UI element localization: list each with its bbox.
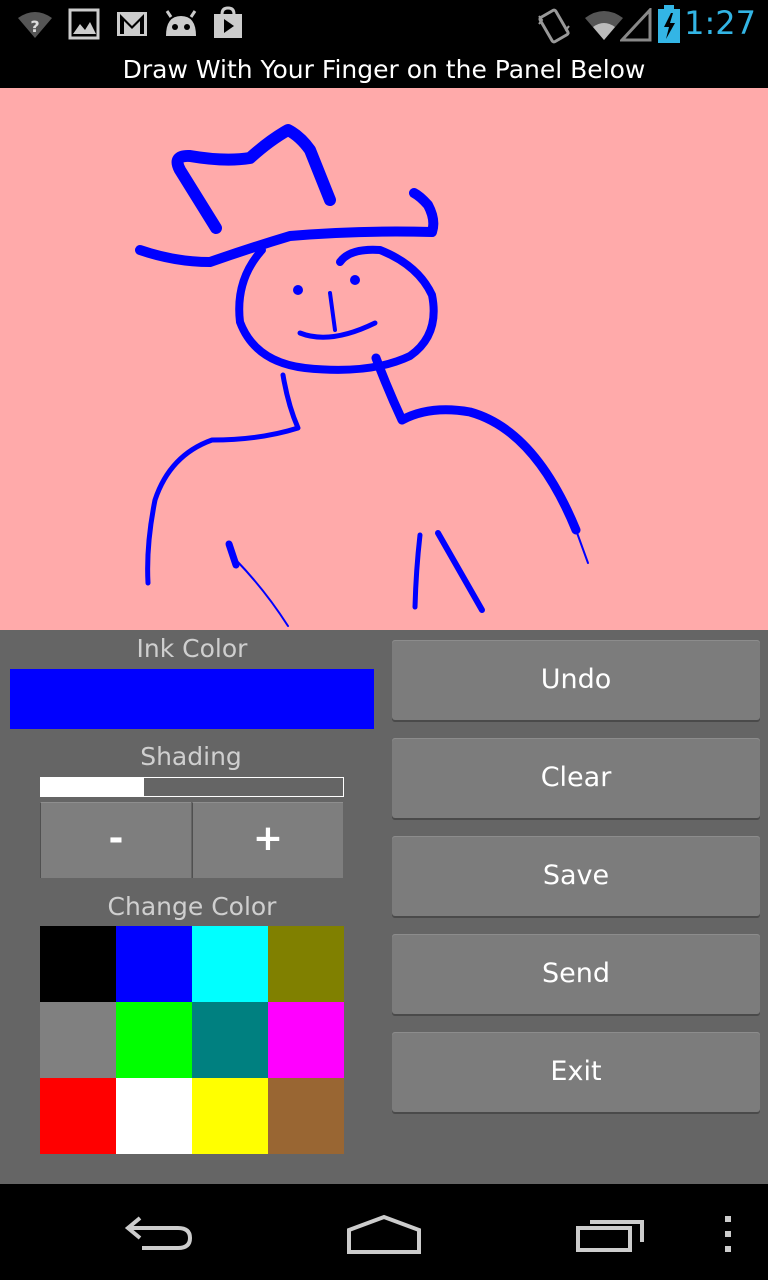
svg-text:?: ? xyxy=(30,17,39,36)
menu-icon[interactable] xyxy=(722,1214,734,1254)
control-panel: Ink Color Shading - + Change Color Undo … xyxy=(0,630,768,1184)
drawing-strokes xyxy=(135,124,589,627)
android-icon xyxy=(165,10,197,36)
mouth-stroke xyxy=(297,320,378,340)
drawing-canvas[interactable] xyxy=(0,88,768,630)
color-swatch-0[interactable] xyxy=(40,926,116,1002)
shading-minus-button[interactable]: - xyxy=(40,802,191,878)
vibrate-icon xyxy=(538,8,570,44)
color-palette xyxy=(40,926,344,1154)
status-time: 1:27 xyxy=(684,4,756,42)
undo-button[interactable]: Undo xyxy=(392,640,760,720)
right-arm-inner-stroke xyxy=(412,532,423,610)
image-icon xyxy=(68,8,100,40)
status-bar: ? 1:27 xyxy=(0,0,768,50)
color-swatch-2[interactable] xyxy=(192,926,268,1002)
play-store-icon xyxy=(214,6,242,38)
color-swatch-1[interactable] xyxy=(116,926,192,1002)
back-icon[interactable] xyxy=(122,1214,194,1250)
send-button[interactable]: Send xyxy=(392,934,760,1014)
head-stroke xyxy=(235,245,438,374)
color-swatch-9[interactable] xyxy=(116,1078,192,1154)
color-swatch-11[interactable] xyxy=(268,1078,344,1154)
right-shoulder-tail xyxy=(575,529,589,564)
color-swatch-3[interactable] xyxy=(268,926,344,1002)
left-arm-tail xyxy=(235,559,289,627)
change-color-label: Change Color xyxy=(107,892,277,921)
clear-button[interactable]: Clear xyxy=(392,738,760,818)
signal-icon xyxy=(620,8,652,42)
nose-stroke xyxy=(328,291,337,332)
left-arm-stroke xyxy=(225,540,240,569)
exit-button[interactable]: Exit xyxy=(392,1032,760,1112)
battery-charging-icon xyxy=(658,5,680,43)
shading-bar xyxy=(40,777,344,797)
recents-icon[interactable] xyxy=(574,1214,646,1254)
navigation-bar xyxy=(0,1184,768,1280)
eye-right xyxy=(350,275,360,285)
right-arm-outer-stroke xyxy=(435,530,485,613)
ink-color-label: Ink Color xyxy=(136,634,248,663)
hat-crown-stroke xyxy=(171,124,336,234)
color-swatch-4[interactable] xyxy=(40,1002,116,1078)
gmail-icon xyxy=(117,12,147,36)
right-shoulder-stroke xyxy=(371,353,581,535)
home-icon[interactable] xyxy=(346,1214,422,1254)
shading-label: Shading xyxy=(140,742,242,771)
color-swatch-6[interactable] xyxy=(192,1002,268,1078)
color-swatch-5[interactable] xyxy=(116,1002,192,1078)
eye-left xyxy=(293,285,303,295)
color-swatch-10[interactable] xyxy=(192,1078,268,1154)
wifi-question-icon: ? xyxy=(18,12,52,38)
page-title: Draw With Your Finger on the Panel Below xyxy=(0,50,768,88)
shading-plus-button[interactable]: + xyxy=(192,802,343,878)
color-swatch-8[interactable] xyxy=(40,1078,116,1154)
save-button[interactable]: Save xyxy=(392,836,760,916)
ink-color-swatch xyxy=(10,669,374,729)
wifi-icon xyxy=(585,11,623,40)
color-swatch-7[interactable] xyxy=(268,1002,344,1078)
left-shoulder-stroke xyxy=(145,372,301,586)
shading-bar-fill xyxy=(41,778,144,796)
